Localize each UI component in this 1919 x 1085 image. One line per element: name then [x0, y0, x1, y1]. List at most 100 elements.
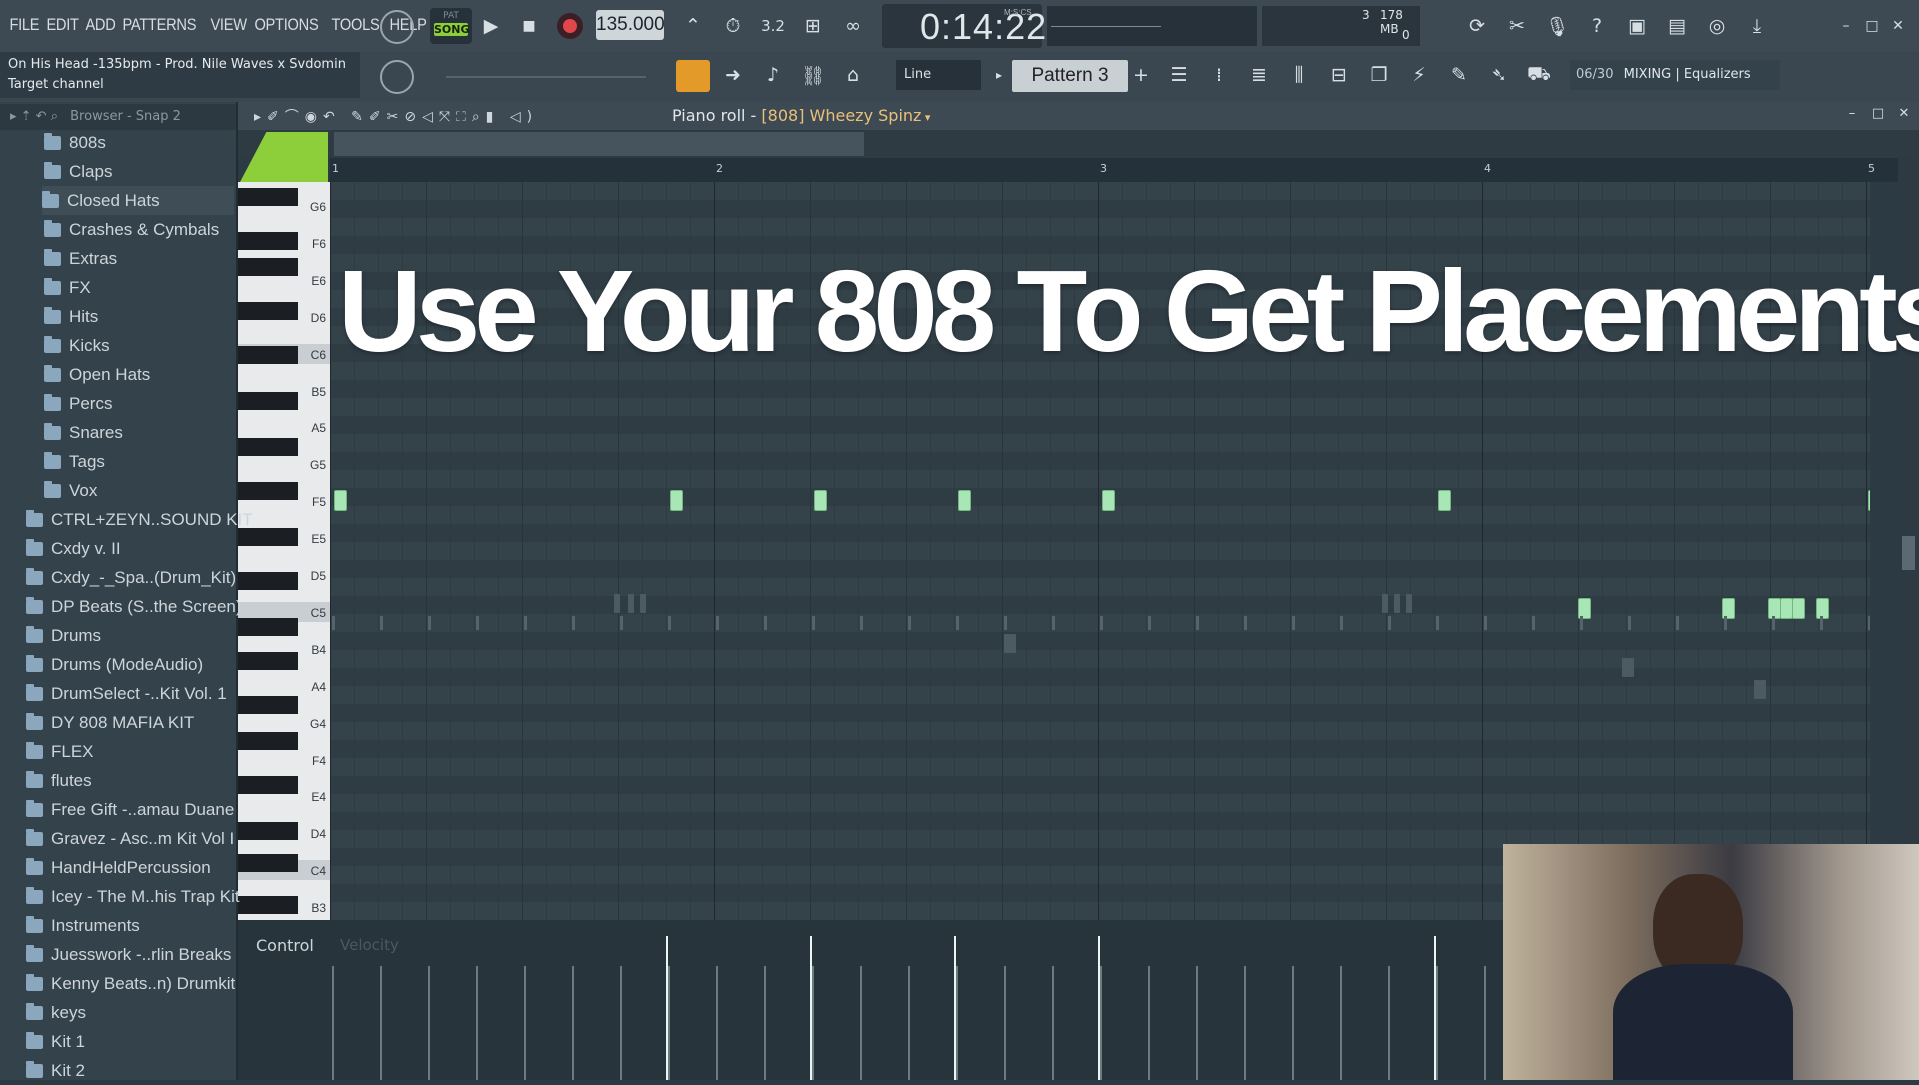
browser-item[interactable]: Kit 1	[26, 1027, 85, 1056]
piano-keyboard[interactable]: G6 F6 E6 D6 C6 B5 A5 G5 F5 E5 D5 C5 B4 A4 G4 F4 E4 D4 C4 B3	[238, 182, 330, 920]
tempo-display[interactable]: 135.000	[596, 10, 665, 40]
note[interactable]	[1792, 598, 1805, 619]
browser-item[interactable]: Drums	[26, 621, 101, 650]
browser-item[interactable]: Extras	[44, 244, 117, 273]
velocity-bar-active[interactable]	[666, 936, 668, 1080]
browser-item[interactable]: Free Gift -..amau Duane	[26, 795, 234, 824]
pattern-selector[interactable]: Pattern 3	[1012, 60, 1128, 92]
browser-item[interactable]: Juesswork -..rlin Breaks	[26, 940, 231, 969]
browser-item[interactable]: Closed Hats	[42, 186, 234, 215]
plugin-picker-icon[interactable]: ❐	[1362, 58, 1396, 92]
browser-item[interactable]: CTRL+ZEYN..SOUND KIT	[26, 505, 253, 534]
black-key[interactable]	[238, 652, 298, 670]
browser-item[interactable]: keys	[26, 998, 86, 1027]
browser-item[interactable]: DP Beats (S..the Screen)	[26, 592, 242, 621]
pr-maximize-icon[interactable]: □	[1866, 100, 1890, 126]
menu-view[interactable]: VIEW	[207, 12, 250, 36]
stop-icon[interactable]: ■	[512, 9, 546, 43]
menu-add[interactable]: ADD	[82, 12, 119, 36]
pr-close-icon[interactable]: ✕	[1892, 100, 1916, 126]
velocity-bar[interactable]	[812, 966, 814, 1080]
velocity-bar[interactable]	[1484, 966, 1486, 1080]
menu-edit[interactable]: EDIT	[43, 12, 82, 36]
note[interactable]	[958, 490, 971, 511]
pat-song-toggle[interactable]: PAT SONG	[430, 8, 472, 44]
timeline-ruler[interactable]: 1 2 3 4 5	[330, 158, 1900, 182]
browser-item[interactable]: Open Hats	[44, 360, 150, 389]
browser-item[interactable]: Cxdy v. II	[26, 534, 121, 563]
velocity-bar[interactable]	[956, 966, 958, 1080]
browser-tree-icon[interactable]: ⊟	[1322, 58, 1356, 92]
browser-item[interactable]: Drums (ModeAudio)	[26, 650, 203, 679]
overview-scroll-handle[interactable]	[334, 132, 864, 156]
close-icon[interactable]: ✕	[1886, 9, 1910, 43]
browser-item[interactable]: DrumSelect -..Kit Vol. 1	[26, 679, 227, 708]
velocity-bar[interactable]	[1340, 966, 1342, 1080]
microphone-icon[interactable]: 🎙	[1540, 9, 1574, 43]
black-key[interactable]	[238, 258, 298, 276]
save-icon[interactable]: ▣	[1620, 9, 1654, 43]
loop-record-icon[interactable]: ∞	[836, 9, 870, 43]
velocity-bar[interactable]	[1292, 966, 1294, 1080]
browser-item[interactable]: HandHeldPercussion	[26, 853, 211, 882]
link-icon[interactable]: ⛓	[796, 58, 830, 92]
help-icon[interactable]: ?	[1580, 9, 1614, 43]
record-icon[interactable]	[557, 13, 583, 39]
mixer-icon[interactable]: ⫼	[1282, 58, 1316, 92]
velocity-bar-active[interactable]	[954, 936, 956, 1080]
browser-item[interactable]: Tags	[44, 447, 105, 476]
velocity-bar[interactable]	[764, 966, 766, 1080]
browser-item[interactable]: Gravez - Asc..m Kit Vol I	[26, 824, 234, 853]
browser-item[interactable]: DY 808 MAFIA KIT	[26, 708, 194, 737]
add-pattern-icon[interactable]: +	[1130, 58, 1152, 92]
black-key[interactable]	[238, 896, 298, 914]
browser-item[interactable]: FX	[44, 273, 91, 302]
black-key[interactable]	[238, 822, 298, 840]
pencil-icon[interactable]: ✎	[1442, 58, 1476, 92]
browser-item[interactable]: Kenny Beats..n) Drumkit	[26, 969, 235, 998]
black-key[interactable]	[238, 438, 298, 456]
browser-item[interactable]: FLEX	[26, 737, 94, 766]
velocity-bar[interactable]	[1388, 966, 1390, 1080]
velocity-bar[interactable]	[1100, 966, 1102, 1080]
velocity-bar[interactable]	[332, 966, 334, 1080]
browser-item[interactable]: Cxdy_-_Spa..(Drum_Kit)	[26, 563, 236, 592]
note[interactable]	[1868, 490, 1870, 511]
velocity-bar[interactable]	[668, 966, 670, 1080]
chevron-down-icon[interactable]: ▾	[921, 111, 931, 124]
download-icon[interactable]: ⤓	[1740, 9, 1774, 43]
browser-item[interactable]: Percs	[44, 389, 112, 418]
browser-item[interactable]: Snares	[44, 418, 123, 447]
velocity-bar[interactable]	[572, 966, 574, 1080]
menu-tools[interactable]: TOOLS	[328, 12, 383, 36]
pr-minimize-icon[interactable]: –	[1840, 100, 1864, 126]
maximize-icon[interactable]: □	[1860, 9, 1884, 43]
browser-nav-icons[interactable]: ▸ ⇡ ↶ ⌕	[10, 109, 58, 124]
velocity-bar[interactable]	[1436, 966, 1438, 1080]
export-icon[interactable]: ▤	[1660, 9, 1694, 43]
velocity-bar[interactable]	[380, 966, 382, 1080]
browser-item[interactable]: 808s	[44, 128, 106, 157]
velocity-bar[interactable]	[428, 966, 430, 1080]
browser-item[interactable]: Instruments	[26, 911, 140, 940]
black-key[interactable]	[238, 232, 298, 250]
note[interactable]	[1438, 490, 1451, 511]
wait-input-icon[interactable]: ⏱	[716, 9, 750, 43]
browser-item[interactable]: Kit 2	[26, 1056, 85, 1085]
play-icon[interactable]: ▶	[474, 9, 508, 43]
cut-icon[interactable]: ✂	[1500, 9, 1534, 43]
browser-item[interactable]: Kicks	[44, 331, 110, 360]
minimize-icon[interactable]: –	[1834, 9, 1858, 43]
browser-item[interactable]: Hits	[44, 302, 98, 331]
main-volume-knob[interactable]	[380, 10, 414, 44]
menu-file[interactable]: FILE	[6, 12, 43, 36]
velocity-bar-active[interactable]	[1098, 936, 1100, 1080]
cart-icon[interactable]: ⛟	[1522, 58, 1556, 92]
note[interactable]	[334, 490, 347, 511]
master-pitch-knob[interactable]	[380, 60, 414, 94]
browser-item[interactable]: Vox	[44, 476, 97, 505]
velocity-bar[interactable]	[620, 966, 622, 1080]
velocity-bar-active[interactable]	[810, 936, 812, 1080]
magnet-icon[interactable]: ⌂	[836, 58, 870, 92]
menu-options[interactable]: OPTIONS	[251, 12, 322, 36]
